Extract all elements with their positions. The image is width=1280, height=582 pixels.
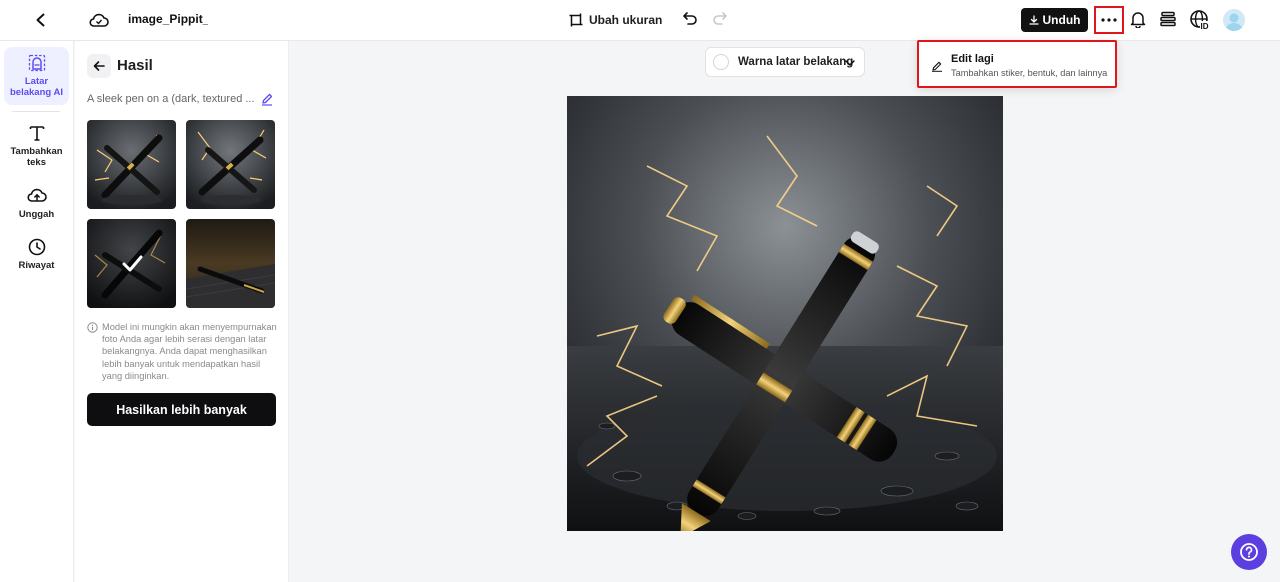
info-icon [87, 322, 98, 333]
panel-back-button[interactable] [87, 54, 111, 78]
info-note: Model ini mungkin akan menyempurnakan fo… [87, 321, 279, 382]
result-thumbnail-4[interactable] [186, 219, 275, 308]
sidebar-item-ai-background[interactable]: Latar belakang AI [4, 47, 69, 105]
history-clock-icon [28, 238, 45, 256]
resize-label: Ubah ukuran [589, 13, 663, 27]
left-toolbar: Latar belakang AI Tambahkan teks Unggah … [0, 41, 74, 582]
sidebar-item-label: Riwayat [18, 260, 55, 271]
download-button[interactable]: Unduh [1021, 8, 1088, 32]
info-text: Model ini mungkin akan menyempurnakan fo… [102, 322, 277, 381]
sidebar-item-label: Unggah [18, 209, 55, 220]
cloud-save-icon[interactable] [88, 9, 110, 31]
arrow-left-icon [93, 61, 105, 71]
result-thumbnail-1[interactable] [87, 120, 176, 209]
help-button[interactable] [1231, 534, 1267, 570]
results-panel: Hasil A sleek pen on a (dark, textured .… [75, 41, 289, 582]
back-icon[interactable] [30, 9, 52, 31]
redo-icon[interactable] [712, 10, 730, 28]
divider [12, 111, 60, 112]
avatar[interactable] [1223, 9, 1245, 31]
ai-background-icon [28, 54, 45, 72]
background-color-dropdown[interactable]: Warna latar belakang [705, 47, 865, 77]
background-color-label: Warna latar belakang [738, 56, 854, 68]
resize-icon [569, 13, 583, 27]
edit-prompt-icon[interactable] [260, 92, 274, 106]
upload-cloud-icon [26, 188, 47, 202]
canvas-area: Warna latar belakang [290, 41, 1280, 582]
download-label: Unduh [1042, 13, 1081, 27]
generate-more-button[interactable]: Hasilkan lebih banyak [87, 393, 276, 426]
sidebar-item-add-text[interactable]: Tambahkan teks [4, 123, 69, 168]
text-icon [29, 126, 44, 141]
result-thumbnail-3-selected[interactable] [87, 219, 176, 308]
sidebar-item-label: Tambahkan teks [10, 146, 63, 168]
svg-text:ID: ID [1201, 22, 1209, 31]
resize-button[interactable]: Ubah ukuran [569, 10, 662, 30]
question-icon [1240, 543, 1258, 561]
top-bar: image_Pippit_20 Ubah ukuran Unduh ID [0, 0, 1280, 41]
panel-title: Hasil [117, 57, 153, 74]
edit-again-subtitle: Tambahkan stiker, bentuk, dan lainnya [951, 68, 1108, 78]
prompt-text[interactable]: A sleek pen on a (dark, textured ... [87, 93, 257, 105]
chevron-down-icon [845, 60, 855, 67]
more-options-button[interactable] [1094, 6, 1124, 34]
download-icon [1028, 15, 1039, 25]
stack-icon[interactable] [1159, 10, 1179, 30]
edit-again-menu-item[interactable]: Edit lagi Tambahkan stiker, bentuk, dan … [917, 40, 1117, 88]
edit-again-title: Edit lagi [951, 53, 994, 65]
file-name[interactable]: image_Pippit_20 [128, 12, 208, 26]
more-dots-icon [1101, 18, 1117, 22]
sidebar-item-label: Latar belakang AI [10, 76, 63, 98]
main-canvas-image[interactable] [567, 96, 1003, 531]
pencil-icon [932, 61, 942, 72]
language-globe-icon[interactable]: ID [1189, 9, 1211, 31]
sidebar-item-history[interactable]: Riwayat [4, 237, 69, 271]
color-swatch [713, 54, 729, 70]
result-thumbnail-2[interactable] [186, 120, 275, 209]
sidebar-item-upload[interactable]: Unggah [4, 186, 69, 220]
undo-icon[interactable] [682, 10, 700, 28]
bell-icon[interactable] [1129, 10, 1149, 30]
